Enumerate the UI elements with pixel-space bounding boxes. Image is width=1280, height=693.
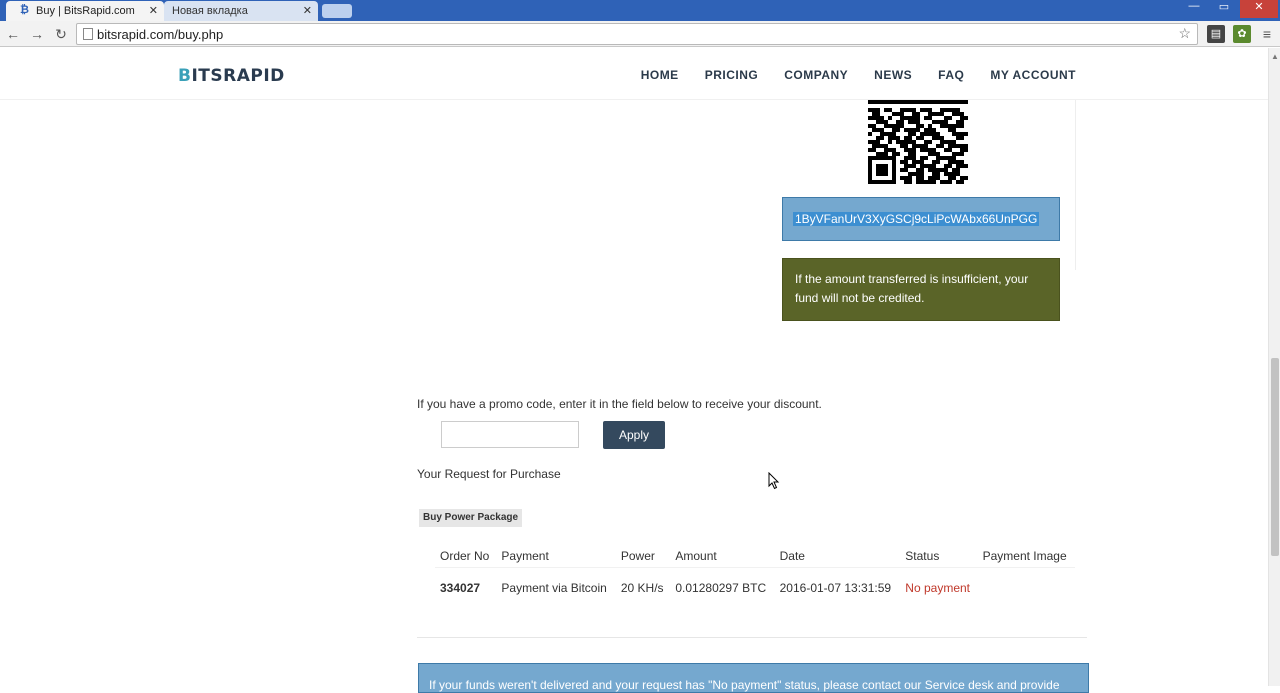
- minimize-icon[interactable]: —: [1180, 0, 1208, 18]
- nav-news[interactable]: NEWS: [874, 68, 912, 82]
- promo-code-input[interactable]: [441, 421, 579, 448]
- package-label: Buy Power Package: [419, 509, 523, 527]
- main-nav: HOME PRICING COMPANY NEWS FAQ MY ACCOUNT: [615, 68, 1076, 82]
- col-amount: Amount: [675, 548, 717, 563]
- apply-button[interactable]: Apply: [603, 421, 665, 449]
- cell-order-no: 334027: [435, 566, 497, 609]
- browser-tab-bar: ₿ Buy | BitsRapid.com ✕ Новая вкладка ✕ …: [0, 0, 1280, 21]
- page-scrollbar[interactable]: ▲: [1268, 48, 1280, 686]
- col-date: Date: [779, 548, 805, 563]
- extension-icon[interactable]: ✿: [1233, 25, 1251, 43]
- table-row: 334027 Payment via Bitcoin 20 KH/s 0.012…: [435, 566, 1075, 609]
- nav-home[interactable]: HOME: [641, 68, 679, 82]
- tab-label: Новая вкладка: [172, 5, 248, 17]
- reload-icon[interactable]: ↻: [52, 25, 70, 43]
- cell-power: 20 KH/s: [615, 566, 671, 609]
- nav-pricing[interactable]: PRICING: [705, 68, 759, 82]
- site-header: BITSRAPID HOME PRICING COMPANY NEWS FAQ …: [0, 48, 1268, 100]
- btc-address-field[interactable]: 1ByVFanUrV3XyGSCj9cLiPcWAbx66UnPGG: [782, 197, 1060, 241]
- tab-buy[interactable]: ₿ Buy | BitsRapid.com ✕: [6, 1, 164, 21]
- col-order-no: Order No: [440, 548, 490, 563]
- divider: [1075, 100, 1076, 270]
- new-tab-button[interactable]: [322, 4, 352, 18]
- maximize-icon[interactable]: ▭: [1210, 0, 1238, 18]
- address-bar[interactable]: bitsrapid.com/buy.php ☆: [76, 23, 1198, 45]
- bitcoin-favicon-icon: ₿: [20, 4, 29, 16]
- col-status: Status: [905, 548, 940, 563]
- address-url: bitsrapid.com/buy.php: [97, 27, 224, 42]
- nav-my-account[interactable]: MY ACCOUNT: [990, 68, 1076, 82]
- cell-payment: Payment via Bitcoin: [496, 566, 616, 609]
- site-logo[interactable]: BITSRAPID: [178, 66, 285, 86]
- logo-text: ITSRAPID: [191, 66, 285, 86]
- mouse-cursor-icon: [768, 472, 780, 490]
- cell-payment-image: [977, 566, 1075, 609]
- col-payment: Payment: [501, 548, 549, 563]
- close-icon[interactable]: ✕: [149, 4, 158, 17]
- browser-toolbar: ← → ↻ bitsrapid.com/buy.php ☆: [0, 21, 1280, 47]
- nav-faq[interactable]: FAQ: [938, 68, 964, 82]
- orders-table: Order No Payment Power Amount Date Statu…: [435, 545, 1075, 609]
- bookmark-star-icon[interactable]: ☆: [1178, 25, 1191, 42]
- request-title: Your Request for Purchase: [417, 467, 561, 481]
- tab-new[interactable]: Новая вкладка ✕: [164, 1, 318, 21]
- logo-b: B: [178, 66, 192, 86]
- extension-icon[interactable]: ▤: [1207, 25, 1225, 43]
- window-close-icon[interactable]: ✕: [1240, 0, 1278, 18]
- qr-code-image: [868, 100, 968, 184]
- table-header-row: Order No Payment Power Amount Date Statu…: [435, 545, 1075, 567]
- divider: [417, 637, 1087, 638]
- status-badge: No payment: [900, 566, 978, 609]
- forward-arrow-icon[interactable]: →: [28, 25, 46, 43]
- promo-instructions: If you have a promo code, enter it in th…: [417, 397, 822, 411]
- menu-icon[interactable]: ≡: [1258, 25, 1276, 43]
- close-icon[interactable]: ✕: [303, 4, 312, 17]
- back-arrow-icon[interactable]: ←: [4, 25, 22, 43]
- scroll-thumb[interactable]: [1271, 358, 1279, 556]
- col-payment-image: Payment Image: [982, 548, 1067, 563]
- page-icon: [83, 28, 93, 40]
- cell-date: 2016-01-07 13:31:59: [774, 566, 901, 609]
- cell-amount: 0.01280297 BTC: [670, 566, 775, 609]
- scroll-up-icon[interactable]: ▲: [1271, 52, 1279, 61]
- nav-company[interactable]: COMPANY: [784, 68, 848, 82]
- col-power: Power: [620, 548, 655, 563]
- insufficient-amount-warning: If the amount transferred is insufficien…: [782, 258, 1060, 321]
- no-payment-notice: If your funds weren't delivered and your…: [418, 663, 1089, 693]
- btc-address-text[interactable]: 1ByVFanUrV3XyGSCj9cLiPcWAbx66UnPGG: [793, 212, 1040, 226]
- tab-label: Buy | BitsRapid.com: [36, 5, 135, 17]
